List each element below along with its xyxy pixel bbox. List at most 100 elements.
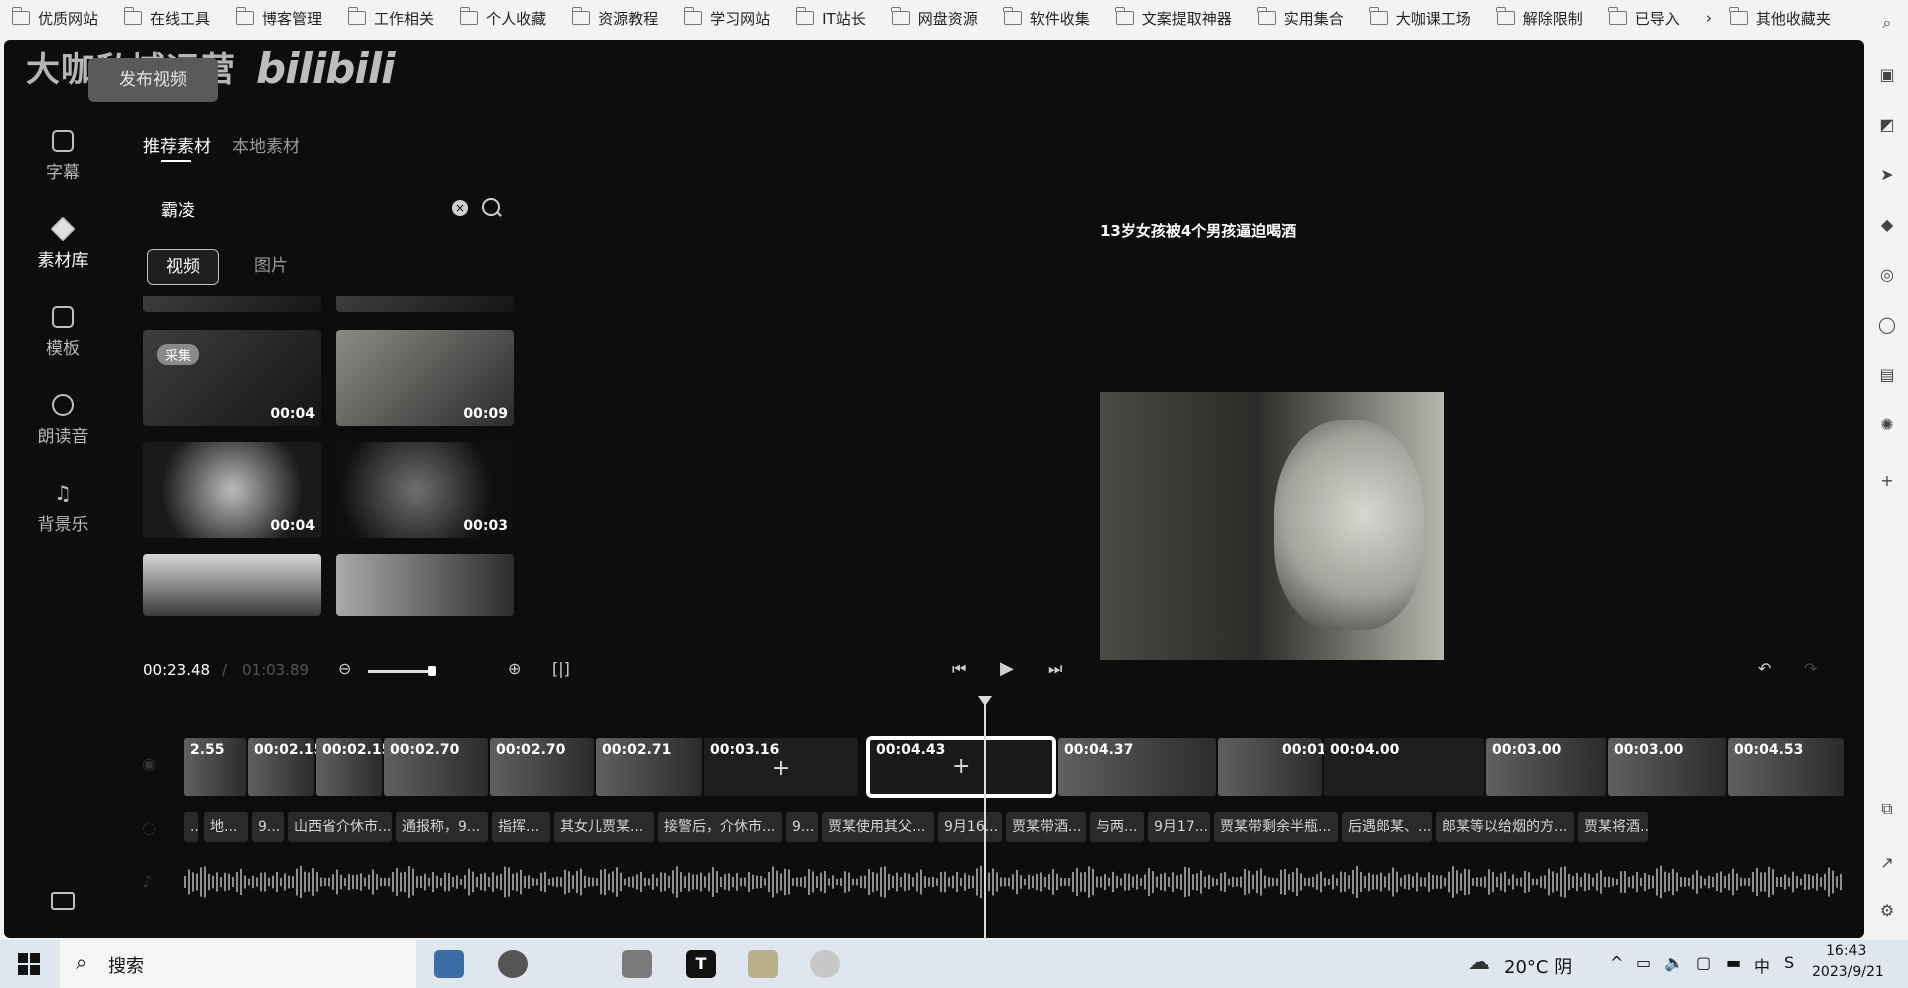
video-clip[interactable]: 00:03.16 + [704,738,858,796]
video-clip[interactable]: 00:04.37 [1058,738,1216,796]
video-thumbnail[interactable] [143,554,321,616]
external-link-icon[interactable]: ↗ [1878,854,1896,872]
display-icon[interactable]: ▢ [1696,953,1711,972]
taskbar-search[interactable]: ⌕ 搜索 [60,940,416,988]
playhead[interactable] [984,700,986,938]
bookmark-item[interactable]: 资源教程 [571,7,658,29]
typora-icon[interactable]: T [686,950,716,978]
video-clip[interactable]: 00:02.71 [596,738,702,796]
video-clip[interactable]: 00:04.53 [1728,738,1844,796]
video-thumbnail[interactable]: 00:09 [336,330,514,426]
publish-button[interactable]: 发布视频 [88,58,218,102]
bookmark-item[interactable]: 文案提取神器 [1115,7,1232,29]
bookmark-item[interactable]: 优质网站 [11,7,98,29]
chevron-right-icon[interactable]: › [1706,9,1712,27]
text-clip[interactable]: 后遇郎某、... [1342,812,1432,842]
video-thumbnail[interactable]: 00:03 [336,442,514,538]
bookmark-item[interactable]: 实用集合 [1257,7,1344,29]
text-clip[interactable]: 9... [252,812,284,842]
video-clip[interactable]: 00:01 [1218,738,1327,796]
segment-image[interactable]: 图片 [236,249,306,283]
video-thumbnail[interactable]: 00:04 [143,442,321,538]
bookmark-item[interactable]: 软件收集 [1003,7,1090,29]
playhead-handle[interactable] [978,696,992,706]
bookmark-item[interactable]: 工作相关 [347,7,434,29]
video-clip[interactable]: 00:04.00 [1324,738,1484,796]
notepad-icon[interactable] [622,950,652,978]
caption-list-icon[interactable] [51,892,75,910]
text-clip[interactable]: 其女儿贾某... [554,812,654,842]
video-clip[interactable]: 00:03.00 [1486,738,1606,796]
zoom-slider-handle[interactable] [428,666,436,676]
screenshot-icon[interactable]: ⧉ [1878,800,1896,818]
video-clip[interactable]: 00:02.15 [248,738,323,796]
bookmark-item[interactable]: 大咖课工场 [1369,7,1471,29]
text-clip[interactable]: ... [184,812,198,842]
browser-beta-icon[interactable] [434,950,464,978]
search-icon[interactable] [482,198,500,216]
bookmark-item[interactable]: 学习网站 [683,7,770,29]
text-clip[interactable]: 与两... [1090,812,1144,842]
office-icon[interactable]: ◩ [1878,116,1896,134]
play-icon[interactable]: ▶ [1000,658,1014,679]
tab-recommended[interactable]: 推荐素材 [143,132,211,157]
bookmark-item[interactable]: IT站长 [795,7,866,29]
settings-icon[interactable]: ⚙ [1878,902,1896,920]
video-clip[interactable]: 2.55 [184,738,246,796]
bookmark-item[interactable]: 个人收藏 [459,7,546,29]
clock-date[interactable]: 2023/9/21 [1812,964,1884,980]
text-clip[interactable]: 郎某等以给烟的方... [1436,812,1574,842]
text-clip[interactable]: 9月17... [1148,812,1210,842]
nav-subtitle[interactable]: 字幕 [4,130,122,183]
bookmark-item[interactable]: 其他收藏夹 [1729,7,1831,29]
tab-local[interactable]: 本地素材 [232,132,300,157]
video-thumbnail[interactable] [336,296,514,312]
video-clip[interactable]: 00:03.00 [1608,738,1726,796]
globe-icon[interactable]: ◎ [1878,266,1896,284]
video-clip[interactable]: 00:02.70 [490,738,594,796]
next-icon[interactable]: ⏭ [1048,659,1062,679]
nav-voice[interactable]: 朗读音 [4,394,122,447]
bookmark-item[interactable]: 在线工具 [123,7,210,29]
app-icon[interactable] [810,950,840,978]
bookmark-item[interactable]: 解除限制 [1496,7,1583,29]
clock-time[interactable]: 16:43 [1826,943,1866,959]
windows-start-icon[interactable] [18,953,40,975]
video-clip[interactable]: 00:02.15 [316,738,391,796]
nav-template[interactable]: 模板 [4,306,122,359]
search-input[interactable]: 霸凌 [161,196,195,221]
text-clip[interactable]: 山西省介休市... [288,812,392,842]
text-clip[interactable]: 指挥... [492,812,550,842]
text-clip[interactable]: 接警后，介休市... [658,812,782,842]
zoom-in-icon[interactable]: ⊕ [508,659,521,678]
add-icon[interactable]: + [1878,472,1896,490]
text-clip[interactable]: 贾某将酒... [1578,812,1648,842]
weather-text[interactable]: 20°C 阴 [1504,953,1572,979]
selected-clip[interactable]: 00:04.43 + [866,736,1056,798]
file-explorer-icon[interactable] [748,950,778,978]
video-thumbnail[interactable]: 采集 00:04 [143,330,321,426]
bookmark-item[interactable]: 网盘资源 [891,7,978,29]
send-icon[interactable]: ➤ [1878,166,1896,184]
bookmark-item[interactable]: 已导入 [1608,7,1680,29]
ime-indicator[interactable]: 中 [1754,953,1770,977]
add-icon[interactable]: + [952,754,970,779]
gear-icon[interactable]: ✺ [1878,416,1896,434]
toolbox-icon[interactable]: ▣ [1878,66,1896,84]
clear-icon[interactable]: × [452,200,468,216]
zoom-slider[interactable] [368,670,434,673]
undo-icon[interactable]: ↶ [1758,659,1771,678]
games-icon[interactable]: ◆ [1878,216,1896,234]
fit-icon[interactable]: [|] [552,659,570,678]
network-icon[interactable]: ▭ [1636,953,1651,972]
search-icon[interactable]: ⌕ [1878,14,1896,32]
app-icon[interactable]: ▤ [1878,366,1896,384]
segment-video[interactable]: 视频 [147,249,219,285]
text-clip[interactable]: 通报称，9... [396,812,488,842]
text-clip[interactable]: 9... [786,812,818,842]
text-clip[interactable]: 地... [204,812,248,842]
chrome-icon[interactable] [498,950,528,978]
add-icon[interactable]: + [772,756,790,781]
previous-icon[interactable]: ⏮ [952,659,966,679]
bookmark-item[interactable]: 博客管理 [235,7,322,29]
